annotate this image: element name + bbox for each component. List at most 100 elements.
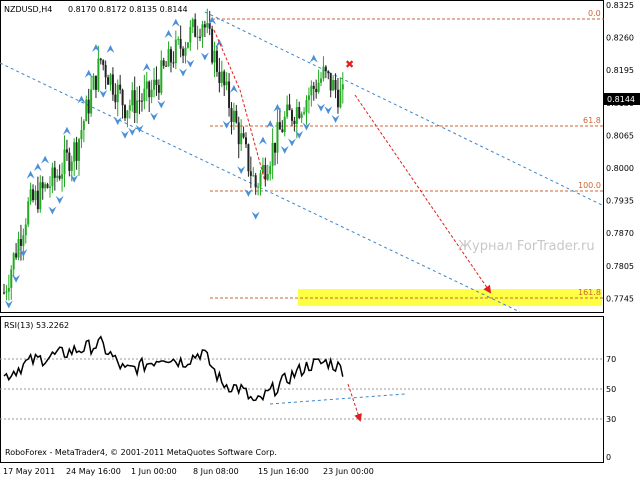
candle-body xyxy=(111,74,114,95)
candle-body xyxy=(283,116,286,132)
candle-body xyxy=(225,81,228,86)
price-tick: 0.8325 xyxy=(606,1,634,10)
candle-body xyxy=(259,173,262,187)
candle-body xyxy=(242,133,245,138)
fib-label-100: 100.0 xyxy=(578,181,601,190)
candle-body xyxy=(174,39,177,64)
candle-body xyxy=(167,49,170,67)
metatrader-chart[interactable]: 0.0 61.8 100.0 161.8 ✖ Журнал ForTrader.… xyxy=(0,0,640,480)
candle-body xyxy=(58,175,61,179)
stop-mark-icon: ✖ xyxy=(345,58,354,71)
candle-body xyxy=(191,19,194,28)
candle-body xyxy=(133,90,136,113)
candle-body xyxy=(276,122,279,153)
candle-body xyxy=(206,23,209,28)
candle-body xyxy=(312,85,315,89)
candle-body xyxy=(220,71,223,83)
candle-body xyxy=(148,81,151,98)
candle-body xyxy=(22,235,25,246)
candle-body xyxy=(317,82,320,93)
candle-body xyxy=(184,47,187,56)
fib-label-161: 161.8 xyxy=(578,288,601,297)
candle-body xyxy=(44,184,47,189)
candle-body xyxy=(109,74,112,85)
rsi-level-50: 50 xyxy=(606,385,616,394)
candle-body xyxy=(320,78,323,83)
footer-copyright: RoboForex - MetaTrader4, © 2001-2011 Met… xyxy=(5,448,277,457)
candle-body xyxy=(155,79,158,85)
main-panel-frame xyxy=(0,0,604,313)
candle-body xyxy=(3,292,5,294)
candle-body xyxy=(17,239,20,258)
fib-label-0: 0.0 xyxy=(588,9,601,18)
candle-body xyxy=(80,130,83,140)
candle-body xyxy=(303,112,306,114)
candle-body xyxy=(211,28,214,63)
candle-body xyxy=(82,121,85,131)
candle-body xyxy=(329,73,332,91)
candle-body xyxy=(138,100,141,102)
candle-body xyxy=(336,89,339,108)
candle-body xyxy=(27,201,30,225)
current-price-label: 0.8144 xyxy=(607,95,635,104)
candle-body xyxy=(266,174,269,180)
watermark: Журнал ForTrader.ru xyxy=(458,239,595,254)
candle-body xyxy=(39,182,42,210)
candle-body xyxy=(32,189,35,201)
candle-body xyxy=(215,50,218,72)
ohlc-label: 0.8170 0.8172 0.8135 0.8144 xyxy=(68,5,188,14)
candle-body xyxy=(75,142,78,161)
candle-body xyxy=(157,84,160,93)
candle-body xyxy=(107,77,110,85)
candle-body xyxy=(99,58,102,61)
candle-body xyxy=(145,81,148,89)
time-tick: 8 Jun 08:00 xyxy=(193,467,239,476)
candle-body xyxy=(295,107,298,124)
candle-body xyxy=(5,291,8,293)
candle-body xyxy=(34,190,37,201)
candle-body xyxy=(223,71,226,86)
fib-label-61: 61.8 xyxy=(583,116,601,125)
candle-body xyxy=(252,175,255,177)
candle-body xyxy=(245,137,247,145)
candle-body xyxy=(104,64,107,78)
candle-body xyxy=(114,94,117,103)
time-tick: 23 Jun 00:00 xyxy=(323,467,374,476)
candle-body xyxy=(92,75,95,90)
candle-body xyxy=(85,99,88,122)
candle-body xyxy=(15,253,18,258)
candle-body xyxy=(305,99,308,113)
candle-body xyxy=(189,27,192,43)
candle-body xyxy=(315,88,318,93)
candle-body xyxy=(310,85,313,96)
candle-body xyxy=(160,60,163,93)
candle-body xyxy=(203,24,206,28)
candle-body xyxy=(63,149,66,175)
candle-body xyxy=(179,39,182,49)
rsi-level-0: 0 xyxy=(606,453,611,462)
candle-body xyxy=(121,89,124,106)
candle-body xyxy=(36,190,39,210)
candle-body xyxy=(119,84,122,90)
candle-body xyxy=(90,89,93,114)
candle-body xyxy=(177,39,180,41)
candle-body xyxy=(172,62,175,64)
candle-body xyxy=(324,66,327,72)
candle-body xyxy=(334,80,337,90)
candle-body xyxy=(327,71,330,74)
candle-body xyxy=(87,99,90,114)
candle-body xyxy=(41,182,44,189)
candle-body xyxy=(124,105,126,119)
candle-body xyxy=(228,81,231,108)
price-tick: 0.7870 xyxy=(606,229,634,238)
time-axis: 17 May 2011 24 May 16:00 1 Jun 00:00 8 Jun … xyxy=(3,467,374,476)
chart-svg: 0.0 61.8 100.0 161.8 ✖ Журнал ForTrader.… xyxy=(0,0,640,476)
price-tick: 0.8260 xyxy=(606,34,634,43)
candle-body xyxy=(288,104,291,111)
candle-body xyxy=(7,288,10,292)
candle-body xyxy=(70,161,73,171)
candle-body xyxy=(269,165,272,175)
candle-body xyxy=(201,24,204,37)
time-tick: 17 May 2011 xyxy=(3,467,55,476)
candle-body xyxy=(61,174,64,179)
